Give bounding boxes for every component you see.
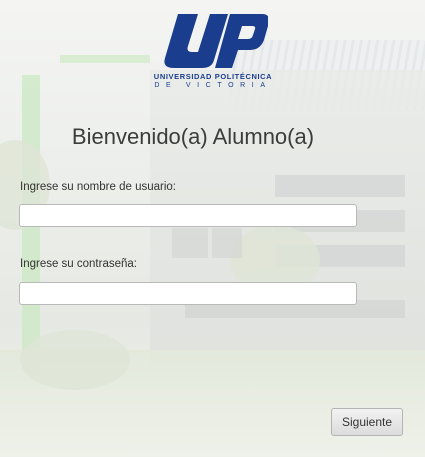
university-city: DE VICTORIA	[154, 82, 272, 89]
university-name: UNIVERSIDAD POLITÉCNICA	[153, 72, 273, 81]
up-logo-mark	[164, 14, 268, 68]
username-label: Ingrese su nombre de usuario:	[20, 181, 176, 193]
watermark-logo	[172, 228, 242, 258]
username-input[interactable]	[19, 204, 357, 227]
university-logo: UNIVERSIDAD POLITÉCNICA DE VICTORIA	[150, 12, 276, 92]
next-button[interactable]: Siguiente	[331, 408, 403, 436]
password-label: Ingrese su contraseña:	[20, 258, 137, 270]
password-input[interactable]	[19, 282, 357, 305]
page-title: Bienvenido(a) Alumno(a)	[71, 124, 315, 149]
